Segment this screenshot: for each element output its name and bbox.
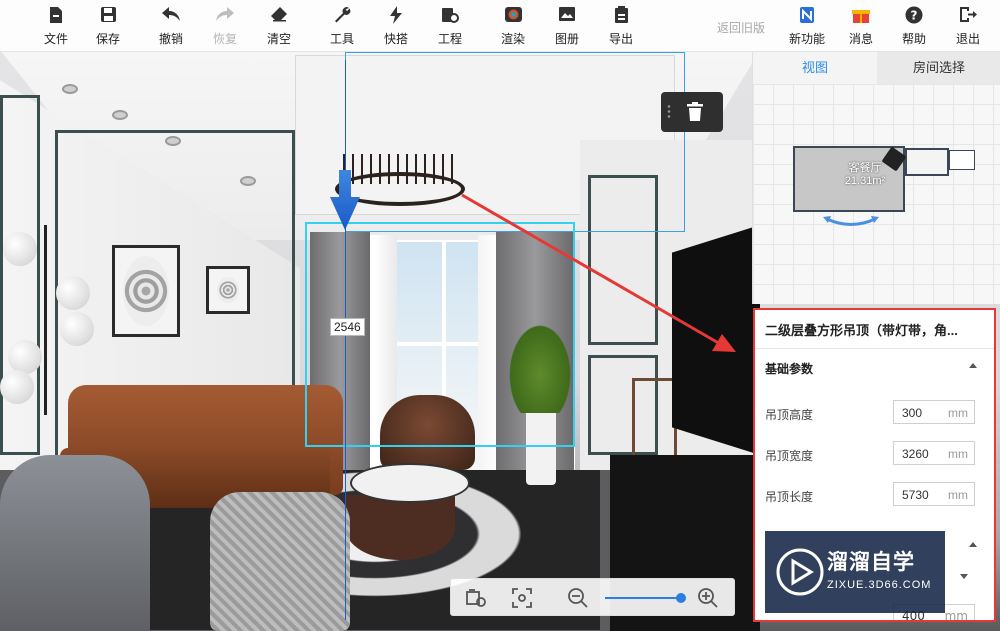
redo-icon xyxy=(201,6,249,28)
watermark-cn: 溜溜自学 xyxy=(827,550,915,574)
lamp-globe xyxy=(0,370,34,404)
lightning-icon xyxy=(372,6,420,28)
lamp-globe xyxy=(3,232,37,266)
zoom-slider-thumb[interactable] xyxy=(676,593,686,603)
new-feature-icon xyxy=(784,6,830,28)
dimension-line xyxy=(345,60,346,620)
project-button[interactable]: 工程 xyxy=(426,6,474,50)
lamp-globe xyxy=(56,276,90,310)
zoom-in-icon[interactable] xyxy=(697,587,719,609)
divider xyxy=(755,348,994,349)
clear-button[interactable]: 清空 xyxy=(255,6,303,50)
quick-build-button[interactable]: 快搭 xyxy=(372,6,420,50)
zoom-bar xyxy=(450,578,735,616)
tab-room-select[interactable]: 房间选择 xyxy=(877,52,1000,84)
param-row-ceiling-width: 吊顶宽度 3260 mm xyxy=(765,441,990,467)
export-button[interactable]: 导出 xyxy=(597,6,645,50)
undo-button[interactable]: 撤销 xyxy=(147,6,195,50)
return-old-version-link[interactable]: 返回旧版 xyxy=(717,19,765,36)
image-icon xyxy=(543,6,591,28)
trash-icon xyxy=(687,102,703,121)
watermark-en: ZIXUE.3D66.COM xyxy=(827,579,932,591)
dimension-label[interactable]: 2546 xyxy=(330,318,365,336)
top-toolbar: 文件 保存 撤销 恢复 清空 工具 快搭 工程 渲染 图册 导出 返回旧版 新功… xyxy=(0,0,1000,52)
delete-button[interactable] xyxy=(661,92,723,132)
param-row-ceiling-length: 吊顶长度 5730 mm xyxy=(765,482,990,508)
tab-view[interactable]: 视图 xyxy=(753,52,877,84)
coffee-table-base xyxy=(345,495,455,560)
wall-art xyxy=(206,266,250,314)
collapse-up-icon[interactable] xyxy=(969,542,977,547)
watermark: 溜溜自学 ZIXUE.3D66.COM xyxy=(765,531,945,613)
drag-handle-icon[interactable] xyxy=(667,104,671,120)
save-icon xyxy=(84,6,132,28)
downlight xyxy=(112,110,128,120)
section-basic-params[interactable]: 基础参数 xyxy=(765,360,813,377)
render-button[interactable]: 渲染 xyxy=(489,6,537,50)
exit-button[interactable]: 退出 xyxy=(945,6,991,50)
messages-button[interactable]: 消息 xyxy=(838,6,884,50)
undo-icon xyxy=(147,6,195,28)
wall-art xyxy=(112,245,180,337)
properties-title: 二级层叠方形吊顶（带灯带，角... xyxy=(765,323,958,338)
downlight xyxy=(240,176,256,186)
view-mode-icon[interactable] xyxy=(465,587,487,609)
zoom-out-icon[interactable] xyxy=(567,587,589,609)
help-icon: ? xyxy=(891,6,937,28)
svg-text:?: ? xyxy=(911,9,918,23)
tools-button[interactable]: 工具 xyxy=(318,6,366,50)
save-button[interactable]: 保存 xyxy=(84,6,132,50)
exit-icon xyxy=(945,6,991,28)
camera-icon xyxy=(489,6,537,28)
minimap-room[interactable] xyxy=(949,150,975,170)
ceiling-width-input[interactable]: 3260 mm xyxy=(893,441,975,465)
grey-chair[interactable] xyxy=(0,455,150,631)
coffee-table[interactable] xyxy=(350,463,470,503)
file-icon xyxy=(32,6,80,28)
tv[interactable] xyxy=(672,225,760,455)
downlight xyxy=(165,136,181,146)
help-button[interactable]: ? 帮助 xyxy=(891,6,937,50)
ceiling-length-input[interactable]: 5730 mm xyxy=(893,482,975,506)
param-row-ceiling-height: 吊顶高度 300 mm xyxy=(765,400,990,426)
view-panel: 视图 房间选择 客餐厅 21.31m² xyxy=(752,52,1000,304)
fit-view-icon[interactable] xyxy=(511,587,533,609)
rotate-view-icon[interactable] xyxy=(823,216,879,230)
ceiling-height-input[interactable]: 300 mm xyxy=(893,400,975,424)
album-button[interactable]: 图册 xyxy=(543,6,591,50)
minimap[interactable]: 客餐厅 21.31m² xyxy=(753,84,1000,304)
zoom-slider-track[interactable] xyxy=(605,597,685,599)
project-icon xyxy=(426,6,474,28)
collapse-up-icon[interactable] xyxy=(969,363,977,368)
lamp-globe xyxy=(60,312,94,346)
lamp-globe xyxy=(8,340,42,374)
watermark-logo-icon xyxy=(776,548,824,596)
file-button[interactable]: 文件 xyxy=(32,6,80,50)
export-icon xyxy=(597,6,645,28)
new-feature-button[interactable]: 新功能 xyxy=(784,6,830,50)
eraser-icon xyxy=(255,6,303,28)
chevron-down-icon[interactable] xyxy=(960,574,968,579)
gift-icon xyxy=(838,6,884,28)
view-panel-tabs: 视图 房间选择 xyxy=(753,52,1000,84)
downlight xyxy=(62,84,78,94)
redo-button[interactable]: 恢复 xyxy=(201,6,249,50)
pouf[interactable] xyxy=(210,492,350,631)
room-area: 21.31m² xyxy=(844,175,886,187)
wrench-icon xyxy=(318,6,366,28)
floor-lamp-pole xyxy=(44,225,47,415)
